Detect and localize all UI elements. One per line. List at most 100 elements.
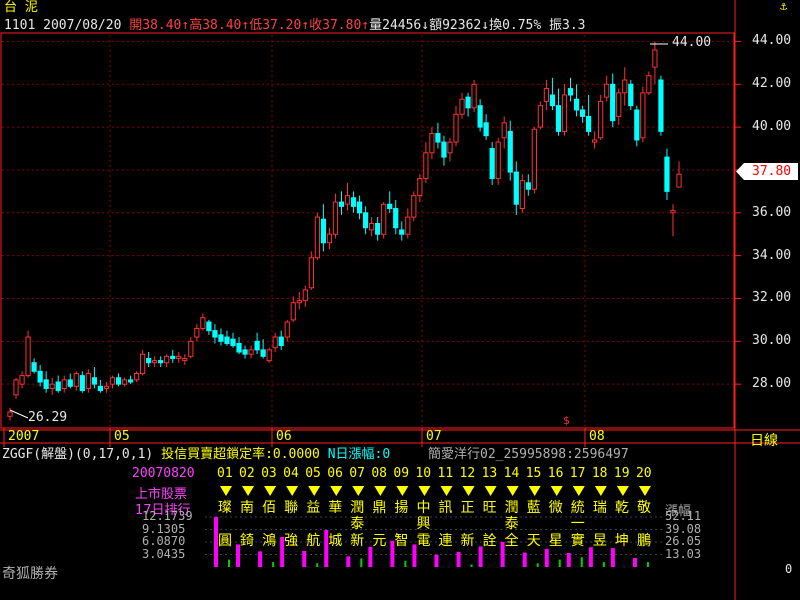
candle-body <box>182 357 188 362</box>
stock-name-char[interactable]: 華 <box>328 497 342 517</box>
stock-name-char[interactable]: 乾 <box>615 497 629 517</box>
stock-name-char[interactable]: 旺 <box>483 497 497 517</box>
stock-name-char[interactable]: 佰 <box>262 497 276 517</box>
rank-bar <box>566 553 571 567</box>
candle-body <box>133 372 140 381</box>
stock-name-char[interactable]: 城 <box>328 530 342 550</box>
candle-body <box>362 212 369 229</box>
candle-body <box>628 83 634 107</box>
candle-body <box>194 327 200 338</box>
stock-name-char[interactable]: 新 <box>461 530 475 550</box>
date-tick-label: 05 <box>114 429 130 444</box>
candle-body <box>555 105 562 132</box>
rank-arrow-icon <box>462 486 475 496</box>
stock-name-char[interactable]: 星 <box>549 530 563 550</box>
stock-name-char[interactable]: 錡 <box>240 530 254 550</box>
stock-name-char[interactable]: 瑞 <box>593 497 607 517</box>
stock-name-char[interactable]: 新 <box>350 530 364 550</box>
stock-name-char[interactable]: 圓 <box>218 530 232 550</box>
rank-small-bar <box>558 559 561 567</box>
candle-body <box>85 372 91 389</box>
stock-name-char[interactable]: 鴻 <box>262 530 276 550</box>
stock-name-char[interactable]: 全 <box>505 530 519 550</box>
rank-small-bar <box>536 563 539 567</box>
stock-name-char[interactable]: 連 <box>439 530 453 550</box>
candle-body <box>296 300 302 304</box>
stock-name-char[interactable]: 敬 <box>637 497 651 517</box>
stock-name-char[interactable]: 元 <box>372 530 386 550</box>
rank-number: 15 <box>525 466 542 481</box>
rank-bar <box>302 550 307 567</box>
rank-arrow-icon <box>550 486 563 496</box>
right-scale-label: 13.03 <box>665 546 702 561</box>
stock-name-char[interactable]: 電 <box>416 530 430 550</box>
candle-body <box>254 340 260 351</box>
low-marker-line <box>9 409 29 419</box>
rank-arrow-icon <box>594 486 607 496</box>
rank-bar <box>544 548 549 567</box>
candle-body <box>634 109 640 141</box>
rank-number: 17 <box>569 466 586 481</box>
stock-name-char[interactable]: 鼎 <box>372 497 386 517</box>
indicator-info: 簡愛洋行02_25995898:2596497 <box>428 447 629 462</box>
rank-arrow-icon <box>528 486 541 496</box>
candle-body <box>206 321 212 332</box>
stock-name-char[interactable]: 正 <box>461 497 475 517</box>
candle-body <box>290 302 296 321</box>
stock-name-char[interactable]: 天 <box>527 530 541 550</box>
rank-bar <box>456 551 461 567</box>
candle-body <box>13 379 19 396</box>
stock-name-char[interactable]: 昱 <box>593 530 607 550</box>
candle-body <box>429 133 435 154</box>
candle-body <box>127 379 134 383</box>
stock-name-char[interactable]: 揚 <box>394 497 408 517</box>
candle-body <box>356 201 363 214</box>
stock-name-char[interactable]: 聯 <box>284 497 298 517</box>
stock-name-char[interactable]: 鵬 <box>637 530 651 550</box>
rank-small-bar <box>580 557 583 567</box>
candle-body <box>507 130 513 173</box>
candle-body <box>308 257 314 289</box>
stock-name-char[interactable]: 益 <box>306 497 320 517</box>
stock-name-char[interactable]: 智 <box>394 530 408 550</box>
stock-name-char[interactable]: 航 <box>306 530 320 550</box>
watermark: 奇狐勝券 <box>2 566 58 582</box>
candle-body <box>640 92 646 139</box>
stock-name-char[interactable]: 訊 <box>439 497 453 517</box>
candle-body <box>139 353 146 374</box>
candle-body <box>91 377 97 385</box>
stock-name-char[interactable]: 實 <box>571 530 585 550</box>
stock-name-char[interactable]: 藍 <box>527 497 541 517</box>
candle-body <box>236 342 242 353</box>
candle-body <box>158 360 164 364</box>
rank-number: 12 <box>459 466 476 481</box>
rank-small-bar <box>316 563 319 567</box>
rank-number: 18 <box>591 466 608 481</box>
stock-name-char[interactable]: 微 <box>549 497 563 517</box>
candle-body <box>25 336 31 377</box>
price-tick-label: 42.00 <box>752 76 792 92</box>
stock-name-char[interactable]: 南 <box>240 497 254 517</box>
indicator-label[interactable]: ZGGF(解盤)(0,17,0,1) <box>2 447 153 462</box>
candle-body <box>604 83 610 98</box>
rank-arrow-icon <box>616 486 629 496</box>
candle-body <box>326 233 333 244</box>
rank-small-bar <box>228 559 230 567</box>
stock-name-char[interactable]: 強 <box>284 530 298 550</box>
stock-name-char[interactable]: 璨 <box>218 497 232 517</box>
candle-body <box>399 229 405 235</box>
candle-body <box>260 349 266 357</box>
candle-body <box>501 122 507 139</box>
candle-body <box>447 141 453 154</box>
stock-name-char[interactable]: 坤 <box>615 530 629 550</box>
candle-body <box>284 321 290 338</box>
candle-body <box>338 201 345 207</box>
rank-number: 11 <box>437 466 454 481</box>
rank-bar <box>346 556 351 567</box>
stock-name-char[interactable]: 詮 <box>483 530 497 550</box>
daily-line-label[interactable]: 日線 <box>750 430 778 450</box>
candle-body <box>549 94 556 107</box>
rank-arrow-icon <box>286 486 299 496</box>
rank-arrow-icon <box>418 486 431 496</box>
candle-body <box>218 334 224 342</box>
